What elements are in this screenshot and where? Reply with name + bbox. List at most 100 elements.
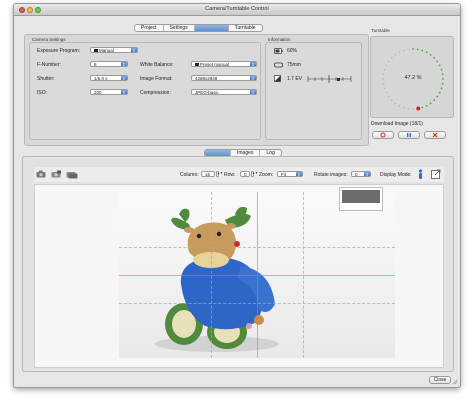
image-preview-area (34, 184, 444, 368)
information-group: Information 60% 75mm 1.7 EV (265, 37, 362, 140)
window-title: Camera/Turntable Control (205, 6, 269, 12)
thumbnail-preview[interactable] (339, 187, 383, 211)
turntable-step-dot (440, 87, 443, 90)
title-bar[interactable]: Camera/Turntable Control (14, 4, 460, 16)
resize-grip-icon[interactable] (452, 379, 458, 385)
close-button[interactable]: Close (429, 376, 451, 384)
exposure-program-select[interactable]: Manual ⇕ (90, 47, 138, 53)
turntable-step-dot (390, 56, 393, 59)
tab-turntable[interactable]: Turntable (229, 25, 262, 31)
external-window-icon[interactable] (431, 169, 441, 179)
exposure-program-label: Exposure Program: (37, 48, 81, 54)
white-balance-select[interactable]: Preset manual ⇕ (191, 61, 257, 67)
chevron-down-icon: ⇕ (250, 76, 256, 81)
camera-preview-image[interactable] (119, 192, 395, 358)
turntable-step-dot (425, 104, 428, 107)
row-value: 0 (244, 172, 247, 177)
focal-length-value: 75mm (287, 62, 301, 68)
rotate-images-value: 0 (355, 172, 358, 177)
turntable-step-dot (433, 56, 436, 59)
tab-settings[interactable]: Settings (164, 25, 195, 31)
row-stepper[interactable]: ▲▼ (251, 171, 258, 177)
turntable-step-dot (394, 53, 397, 56)
close-icon (432, 132, 438, 138)
download-image-text: Download Image (18/1) (371, 121, 423, 127)
turntable-step-dot (407, 48, 410, 51)
image-format-value: 4288x2848 (195, 76, 218, 81)
turntable-step-dot (440, 68, 443, 71)
turntable-step-dot (429, 102, 432, 105)
person-icon[interactable] (417, 169, 424, 180)
image-toolbar: Column: 16 ▲▼ Row: 0 ▲▼ Zoom: Fit ⇕ Rota… (34, 167, 444, 182)
white-balance-label: White Balance: (140, 62, 174, 68)
camera-icon[interactable] (36, 170, 46, 178)
f-number-label: F-Number: (37, 62, 61, 68)
turntable-position-marker (416, 106, 421, 111)
zoom-value: Fit (281, 172, 286, 177)
image-format-label: Image Format: (140, 76, 173, 82)
turntable-step-dot (402, 106, 405, 109)
exposure-comp-value: 1.7 EV (287, 76, 303, 82)
mode-icon (94, 49, 98, 53)
battery-value: 60% (287, 48, 298, 54)
record-button[interactable] (372, 131, 394, 139)
chevron-down-icon: ⇕ (250, 90, 256, 95)
record-icon (380, 132, 386, 138)
chevron-down-icon: ⇕ (296, 172, 302, 177)
turntable-step-dot (387, 60, 390, 63)
tab-camera[interactable] (194, 25, 229, 31)
information-title: Information (268, 37, 291, 42)
turntable-step-dot (402, 49, 405, 52)
turntable-step-dot (382, 82, 385, 85)
image-format-select[interactable]: 4288x2848 ⇕ (191, 75, 257, 81)
turntable-step-dot (416, 48, 419, 51)
lens-icon (274, 62, 283, 68)
turntable-step-dot (383, 68, 386, 71)
turntable-step-dot (412, 48, 414, 50)
column-stepper[interactable]: ▲▼ (216, 171, 223, 177)
compression-select[interactable]: JPEG-basic ⇕ (191, 89, 257, 95)
turntable-step-dot (429, 53, 432, 56)
camera-multi-icon[interactable] (66, 170, 78, 179)
tab-project[interactable]: Project (135, 25, 164, 31)
pause-button[interactable] (398, 131, 420, 139)
row-input[interactable]: 0 (240, 171, 250, 177)
turntable-step-dot (390, 99, 393, 102)
chevron-down-icon: ⇕ (121, 76, 127, 81)
turntable-step-dot (407, 107, 410, 110)
compression-label: Compression: (140, 90, 171, 96)
column-input[interactable]: 16 (201, 171, 215, 177)
turntable-step-dot (441, 82, 444, 85)
chevron-down-icon: ⇕ (364, 172, 370, 177)
stop-button[interactable] (424, 131, 446, 139)
f-number-select[interactable]: 8 ⇕ (90, 61, 128, 67)
rotate-images-select[interactable]: 0 ⇕ (351, 171, 371, 177)
shutter-label: Shutter: (37, 76, 55, 82)
shutter-value: 1/6.0 s (94, 76, 108, 81)
iso-value: 200 (94, 90, 102, 95)
camera-settings-group: Camera Settings Exposure Program: Manual… (29, 37, 261, 140)
shutter-select[interactable]: 1/6.0 s ⇕ (90, 75, 128, 81)
turntable-step-dot (385, 64, 388, 67)
display-mode-label: Display Mode: (380, 172, 412, 178)
center-line (257, 192, 258, 358)
turntable-step-dot (436, 60, 439, 63)
column-label: Column: (180, 172, 199, 178)
turntable-step-dot (383, 87, 386, 90)
turntable-title: Turntable (371, 28, 390, 33)
turntable-step-dot (398, 104, 401, 107)
iso-select[interactable]: 200 ⇕ (90, 89, 128, 95)
turntable-step-dot (387, 95, 390, 98)
f-number-value: 8 (94, 62, 97, 67)
exposure-program-value: Manual (99, 48, 114, 53)
iso-label: ISO: (37, 90, 48, 96)
chevron-down-icon: ⇕ (121, 90, 127, 95)
row-label: Row: (224, 172, 236, 178)
turntable-step-dot (438, 91, 441, 94)
zoom-label: Zoom: (259, 172, 274, 178)
chevron-down-icon: ⇕ (250, 62, 256, 67)
camera-burst-icon[interactable] (51, 170, 62, 178)
zoom-select[interactable]: Fit ⇕ (277, 171, 303, 177)
white-balance-value: Preset manual (200, 62, 230, 67)
turntable-step-dot (394, 102, 397, 105)
